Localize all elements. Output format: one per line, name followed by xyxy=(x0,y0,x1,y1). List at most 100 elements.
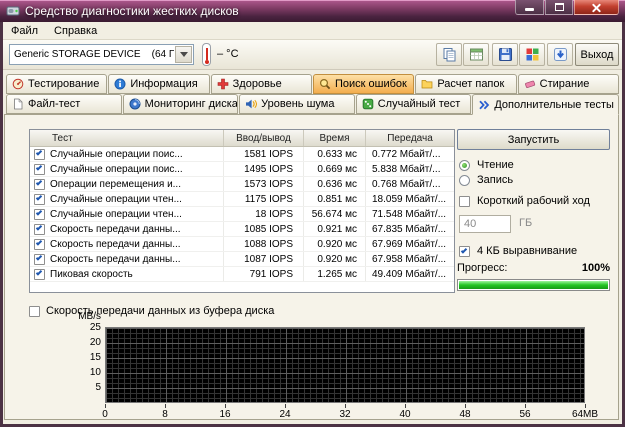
row-checkbox[interactable] xyxy=(34,179,45,190)
tab-file-test[interactable]: Файл-тест xyxy=(6,94,122,114)
buffer-speed-checkbox[interactable] xyxy=(29,306,40,317)
tab-label: Поиск ошибок xyxy=(335,78,407,90)
alignment-checkbox[interactable] xyxy=(459,246,470,257)
row-checkbox[interactable] xyxy=(34,269,45,280)
time-value: 0.669 мс xyxy=(304,162,366,176)
short-stroke-label[interactable]: Короткий рабочий ход xyxy=(477,195,590,207)
row-checkbox[interactable] xyxy=(34,224,45,235)
save-button[interactable] xyxy=(492,43,518,66)
io-value: 1573 IOPS xyxy=(224,177,304,191)
x-tick: 40 xyxy=(399,409,410,420)
update-button[interactable] xyxy=(547,43,573,66)
io-value: 1581 IOPS xyxy=(224,147,304,161)
row-checkbox[interactable] xyxy=(34,164,45,175)
tab-disk-monitoring[interactable]: Мониторинг диска xyxy=(123,94,239,114)
transfer-value: 0.772 Мбайт/... xyxy=(366,147,454,161)
test-name: Случайные операции поис... xyxy=(50,164,183,175)
table-row[interactable]: Случайные операции чтен... 18 IOPS 56.67… xyxy=(30,207,454,222)
test-name: Случайные операции чтен... xyxy=(50,194,182,205)
menu-bar: Файл Справка xyxy=(3,22,622,40)
tab-additional-tests[interactable]: Дополнительные тесты xyxy=(472,94,619,115)
read-radio[interactable] xyxy=(459,160,470,171)
col-header-time[interactable]: Время xyxy=(304,130,366,146)
tab-label: Уровень шума xyxy=(261,98,334,110)
row-checkbox[interactable] xyxy=(34,254,45,265)
row-checkbox[interactable] xyxy=(34,194,45,205)
menu-file[interactable]: Файл xyxy=(3,24,46,38)
tab-label: Дополнительные тесты xyxy=(494,99,614,111)
transfer-value: 49.409 Мбайт/... xyxy=(366,267,454,281)
table-row[interactable]: Операции перемещения и... 1573 IOPS 0.63… xyxy=(30,177,454,192)
transfer-value: 67.958 Мбайт/... xyxy=(366,252,454,266)
table-row[interactable]: Скорость передачи данны... 1085 IOPS 0.9… xyxy=(30,222,454,237)
io-value: 791 IOPS xyxy=(224,267,304,281)
testing-icon xyxy=(12,78,24,90)
tab-folder-calc[interactable]: Расчет папок xyxy=(415,74,516,94)
row-checkbox[interactable] xyxy=(34,149,45,160)
test-name: Скорость передачи данны... xyxy=(50,239,181,250)
gb-input[interactable]: 40 xyxy=(459,215,511,233)
error-search-icon xyxy=(319,78,331,90)
test-name: Скорость передачи данны... xyxy=(50,254,181,265)
window-controls xyxy=(514,0,619,15)
tab-testing[interactable]: Тестирование xyxy=(6,74,107,94)
col-header-transfer[interactable]: Передача xyxy=(366,130,454,146)
colors-icon xyxy=(525,47,540,62)
temperature-value: – °C xyxy=(217,48,239,60)
row-checkbox[interactable] xyxy=(34,209,45,220)
minimize-button[interactable] xyxy=(515,0,544,15)
col-header-test[interactable]: Тест xyxy=(30,130,224,146)
tab-random-test[interactable]: Случайный тест xyxy=(356,94,472,114)
write-label[interactable]: Запись xyxy=(477,174,513,186)
x-tickmark xyxy=(225,404,226,408)
tab-label: Расчет папок xyxy=(437,78,504,90)
tab-label: Мониторинг диска xyxy=(145,98,238,110)
row-checkbox[interactable] xyxy=(34,239,45,250)
maximize-icon xyxy=(555,3,564,11)
table-row[interactable]: Скорость передачи данны... 1087 IOPS 0.9… xyxy=(30,252,454,267)
x-tick: 56 xyxy=(519,409,530,420)
start-label: Запустить xyxy=(508,134,560,146)
test-name: Скорость передачи данны... xyxy=(50,224,181,235)
tab-error-search[interactable]: Поиск ошибок xyxy=(313,74,414,94)
close-button[interactable] xyxy=(574,0,619,15)
table-row[interactable]: Случайные операции чтен... 1175 IOPS 0.8… xyxy=(30,192,454,207)
table-row[interactable]: Случайные операции поис... 1495 IOPS 0.6… xyxy=(30,162,454,177)
colors-button[interactable] xyxy=(519,43,545,66)
time-value: 0.636 мс xyxy=(304,177,366,191)
disk-monitoring-icon xyxy=(129,98,141,110)
x-tickmark xyxy=(465,404,466,408)
tab-row-2: Файл-тест Мониторинг диска Уровень шума … xyxy=(5,94,620,114)
tab-noise-level[interactable]: Уровень шума xyxy=(239,94,355,114)
x-tickmark xyxy=(585,404,586,408)
test-name: Пиковая скорость xyxy=(50,269,133,280)
table-row[interactable]: Пиковая скорость 791 IOPS 1.265 мс 49.40… xyxy=(30,267,454,282)
tab-information[interactable]: Информация xyxy=(108,74,209,94)
write-radio[interactable] xyxy=(459,175,470,186)
col-header-io[interactable]: Ввод/вывод xyxy=(224,130,304,146)
gb-input-value: 40 xyxy=(464,218,476,230)
menu-help[interactable]: Справка xyxy=(46,24,105,38)
progress-fill xyxy=(459,281,608,289)
start-button[interactable]: Запустить xyxy=(457,129,610,150)
x-tickmark xyxy=(165,404,166,408)
random-test-icon xyxy=(362,98,374,110)
alignment-label[interactable]: 4 КБ выравнивание xyxy=(477,245,577,257)
short-stroke-checkbox[interactable] xyxy=(459,196,470,207)
tab-health[interactable]: Здоровье xyxy=(211,74,312,94)
table-row[interactable]: Скорость передачи данны... 1088 IOPS 0.9… xyxy=(30,237,454,252)
titlebar[interactable]: Средство диагностики жестких дисков xyxy=(0,0,625,22)
x-tick: 48 xyxy=(459,409,470,420)
read-label[interactable]: Чтение xyxy=(477,159,514,171)
tab-erase[interactable]: Стирание xyxy=(518,74,619,94)
maximize-button[interactable] xyxy=(545,0,573,15)
table-row[interactable]: Случайные операции поис... 1581 IOPS 0.6… xyxy=(30,147,454,162)
device-select[interactable]: Generic STORAGE DEVICE (64 ГБ) xyxy=(9,44,194,65)
chevron-down-icon[interactable] xyxy=(175,46,192,63)
transfer-value: 67.835 Мбайт/... xyxy=(366,222,454,236)
x-tick: 24 xyxy=(279,409,290,420)
folder-calc-icon xyxy=(421,78,433,90)
report-button[interactable] xyxy=(463,43,489,66)
copy-button[interactable] xyxy=(436,43,462,66)
exit-button[interactable]: Выход xyxy=(575,43,619,66)
